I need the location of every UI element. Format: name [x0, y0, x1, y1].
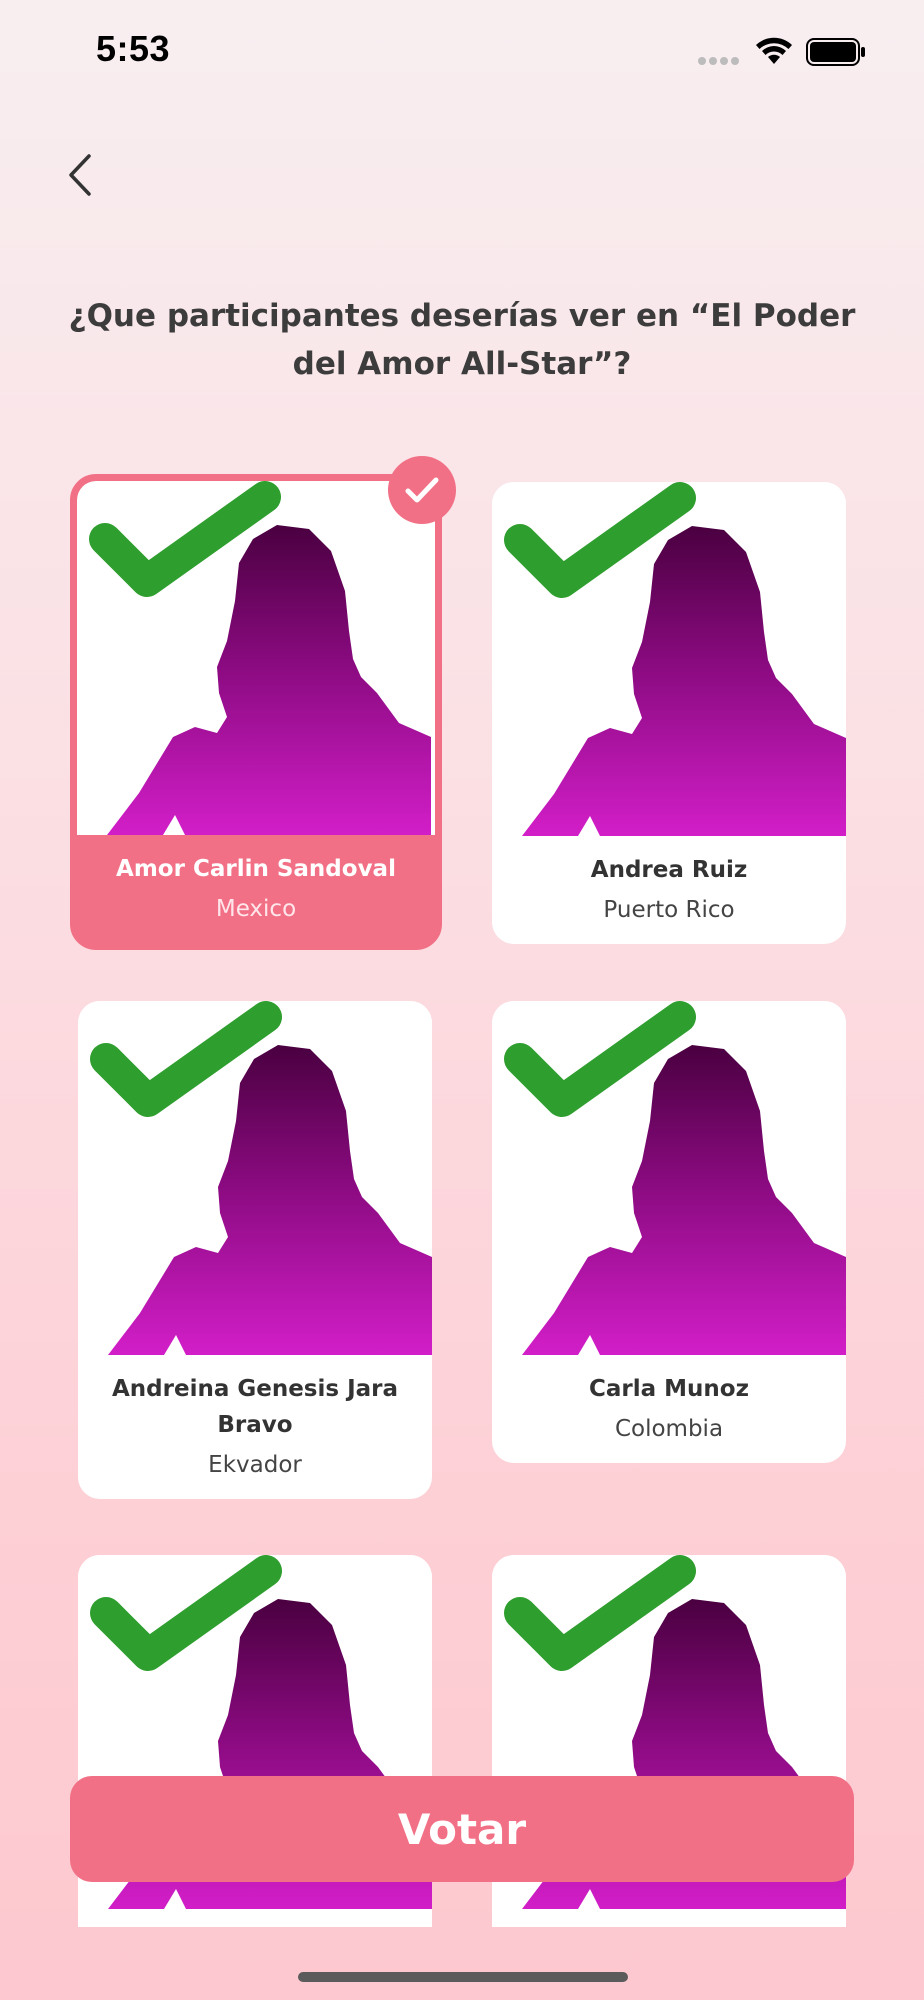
silhouette-image	[492, 482, 846, 836]
participant-photo	[77, 481, 435, 835]
participant-name: Carla Munoz	[589, 1376, 749, 1402]
silhouette-image	[77, 481, 431, 835]
silhouette-image	[492, 1001, 846, 1355]
vote-button[interactable]: Votar	[70, 1776, 854, 1882]
participant-name: Amor Carlin Sandoval	[116, 856, 396, 882]
participant-country: Mexico	[215, 896, 297, 922]
participant-card[interactable]: Amor Carlin Sandoval Mexico	[70, 474, 442, 950]
silhouette-image	[78, 1001, 432, 1355]
participant-country: Colombia	[614, 1416, 724, 1442]
participant-country: Puerto Rico	[603, 897, 735, 923]
participant-photo	[492, 482, 846, 836]
participant-card[interactable]: Andrea Ruiz Puerto Rico	[492, 482, 846, 944]
participants-grid: Amor Carlin Sandoval Mexico Andrea Ruiz …	[0, 0, 924, 2000]
home-indicator	[298, 1972, 628, 1982]
participant-card[interactable]: Carla Munoz Colombia	[492, 1001, 846, 1463]
participant-card[interactable]: Andreina Genesis Jara Bravo Ekvador	[78, 1001, 432, 1499]
participant-country: Ekvador	[208, 1452, 302, 1478]
participant-photo	[78, 1001, 432, 1355]
participant-name: Andreina Genesis Jara Bravo	[111, 1376, 399, 1438]
selected-check-icon	[388, 456, 456, 524]
participant-photo	[492, 1001, 846, 1355]
participant-name: Andrea Ruiz	[590, 857, 748, 883]
